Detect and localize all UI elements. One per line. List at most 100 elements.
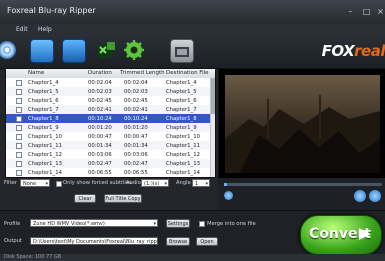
cell-trimmed: 00:02:45 — [124, 97, 148, 104]
chapter-row[interactable]: Chapter1_6 00:02:45 00:02:45 Chapter1_6 — [6, 96, 215, 105]
cell-duration: 00:02:41 — [88, 106, 112, 113]
load-folder-icon[interactable] — [30, 39, 54, 63]
cell-trimmed: 00:02:03 — [124, 88, 148, 95]
open-button[interactable]: Open — [196, 237, 218, 246]
cell-name: Chapter1_13 — [28, 160, 62, 167]
chapter-row[interactable]: Chapter1_11 00:01:34 00:01:34 Chapter1_11 — [6, 141, 215, 150]
full-title-copy-button[interactable]: Full Title Copy — [104, 194, 142, 203]
filter-select[interactable]: None — [20, 179, 50, 188]
col-destination-header[interactable]: Destination File — [166, 70, 209, 76]
row-checkbox[interactable] — [16, 125, 22, 131]
cell-name: Chapter1_11 — [28, 142, 62, 149]
cell-duration: 00:10:24 — [88, 115, 112, 122]
cell-dest: Chapter1_10 — [166, 133, 200, 140]
cell-trimmed: 00:10:24 — [124, 115, 148, 122]
cell-name: Chapter1_12 — [28, 151, 62, 158]
minimize-button[interactable]: – — [346, 8, 355, 16]
profile-select[interactable]: Zune HD WMV Video(*.wmv) — [30, 219, 158, 228]
profile-label: Profile — [4, 221, 21, 227]
cell-duration: 00:02:47 — [88, 160, 112, 167]
status-bar: Disk Space: 100.77 GB — [0, 254, 385, 261]
list-scrollbar[interactable] — [210, 78, 215, 177]
chapter-row[interactable]: Chapter1_9 00:01:20 00:01:20 Chapter1_9 — [6, 123, 215, 132]
cell-dest: Chapter1_5 — [166, 88, 197, 95]
player-controls — [218, 178, 385, 210]
playback-slider[interactable] — [224, 183, 382, 186]
menu-help[interactable]: Help — [38, 26, 52, 33]
logo-fox-text: FOX — [321, 42, 355, 60]
scrollbar-thumb[interactable] — [211, 78, 215, 114]
disk-space-text: Disk Space: 100.77 GB — [4, 254, 62, 260]
cell-name: Chapter1_5 — [28, 88, 59, 95]
clear-button[interactable]: Clear — [74, 194, 96, 203]
cell-trimmed: 00:02:47 — [124, 160, 148, 167]
foxreal-logo: FOXreal — [322, 42, 385, 62]
chapter-row[interactable]: Chapter1_14 00:06:55 00:06:55 Chapter1_14 — [6, 168, 215, 177]
chapter-row[interactable]: Chapter1_4 00:02:04 00:02:04 Chapter1_4 — [6, 78, 215, 87]
chapter-list[interactable]: Name Duration Trimmed Length Destination… — [5, 68, 216, 178]
snapshot-button[interactable] — [354, 190, 366, 202]
cell-dest: Chapter1_9 — [166, 124, 197, 131]
chapter-row[interactable]: Chapter1_7 00:02:41 00:02:41 Chapter1_7 — [6, 105, 215, 114]
row-checkbox[interactable] — [16, 170, 22, 176]
cell-dest: Chapter1_6 — [166, 97, 197, 104]
row-checkbox[interactable] — [16, 107, 22, 113]
row-checkbox[interactable] — [16, 143, 22, 149]
cell-name: Chapter1_9 — [28, 124, 59, 131]
output-panel: Profile Zune HD WMV Video(*.wmv) Setting… — [0, 210, 385, 255]
settings-button[interactable]: Settings — [166, 219, 190, 228]
load-ifo-icon[interactable] — [62, 39, 86, 63]
cell-name: Chapter1_6 — [28, 97, 59, 104]
forced-subtitles-label: Only show forced subtitles — [63, 180, 132, 186]
col-name-header[interactable]: Name — [28, 70, 44, 76]
cell-dest: Chapter1_4 — [166, 79, 197, 86]
row-checkbox[interactable] — [16, 89, 22, 95]
chapter-row[interactable]: Chapter1_12 00:03:06 00:03:06 Chapter1_12 — [6, 150, 215, 159]
cell-duration: 00:02:45 — [88, 97, 112, 104]
col-trimmed-header[interactable]: Trimmed Length — [120, 70, 165, 76]
row-checkbox[interactable] — [16, 134, 22, 140]
cell-trimmed: 00:02:41 — [124, 106, 148, 113]
logo-real-text: real — [354, 42, 385, 60]
cell-dest: Chapter1_12 — [166, 151, 200, 158]
playback-progress — [224, 183, 228, 186]
browse-button[interactable]: Browse — [166, 237, 190, 246]
cell-name: Chapter1_14 — [28, 169, 62, 176]
cell-dest: Chapter1_7 — [166, 106, 197, 113]
merge-checkbox[interactable] — [199, 221, 205, 227]
settings-gear-icon[interactable] — [123, 39, 145, 61]
col-duration-header[interactable]: Duration — [88, 70, 112, 76]
forced-subtitles-checkbox[interactable] — [56, 181, 62, 187]
close-button[interactable]: × — [376, 8, 385, 16]
load-bluray-icon[interactable] — [0, 41, 16, 59]
chapter-row[interactable]: Chapter1_8 00:10:24 00:10:24 Chapter1_8 — [6, 114, 215, 123]
cell-duration: 00:02:04 — [88, 79, 112, 86]
menu-edit[interactable]: Edit — [16, 26, 28, 33]
maximize-button[interactable]: □ — [362, 8, 371, 16]
angle-select[interactable]: 1 — [192, 179, 210, 188]
output-label: Output — [4, 238, 23, 244]
merge-label: Merge into one file — [207, 221, 256, 227]
play-button[interactable] — [224, 191, 233, 200]
row-checkbox[interactable] — [16, 98, 22, 104]
filter-bar: Filter None Only show forced subtitles A… — [0, 178, 218, 190]
snapshot-icon[interactable] — [170, 39, 194, 63]
convert-arrow-icon — [359, 228, 371, 240]
open-snapshot-folder-button[interactable] — [369, 190, 381, 202]
cell-trimmed: 00:02:04 — [124, 79, 148, 86]
chapter-row[interactable]: Chapter1_13 00:02:47 00:02:47 Chapter1_13 — [6, 159, 215, 168]
clip-icon[interactable] — [95, 39, 117, 61]
convert-button[interactable]: Convert — [300, 215, 382, 255]
audio-select[interactable]: (1:)(s) — [141, 179, 169, 188]
cell-trimmed: 00:03:06 — [124, 151, 148, 158]
row-checkbox[interactable] — [16, 80, 22, 86]
output-path-field[interactable]: D:\Users\test\My Documents\Foxreal\Blu_r… — [30, 237, 158, 245]
chapter-row[interactable]: Chapter1_10 00:00:47 00:00:47 Chapter1_10 — [6, 132, 215, 141]
cell-duration: 00:06:55 — [88, 169, 112, 176]
row-checkbox[interactable] — [16, 161, 22, 167]
chapter-row[interactable]: Chapter1_5 00:02:03 00:02:03 Chapter1_5 — [6, 87, 215, 96]
row-checkbox[interactable] — [16, 116, 22, 122]
row-checkbox[interactable] — [16, 152, 22, 158]
app-window: Foxreal Blu-ray Ripper – □ × Edit Help F… — [0, 0, 385, 261]
cell-dest: Chapter1_14 — [166, 169, 200, 176]
